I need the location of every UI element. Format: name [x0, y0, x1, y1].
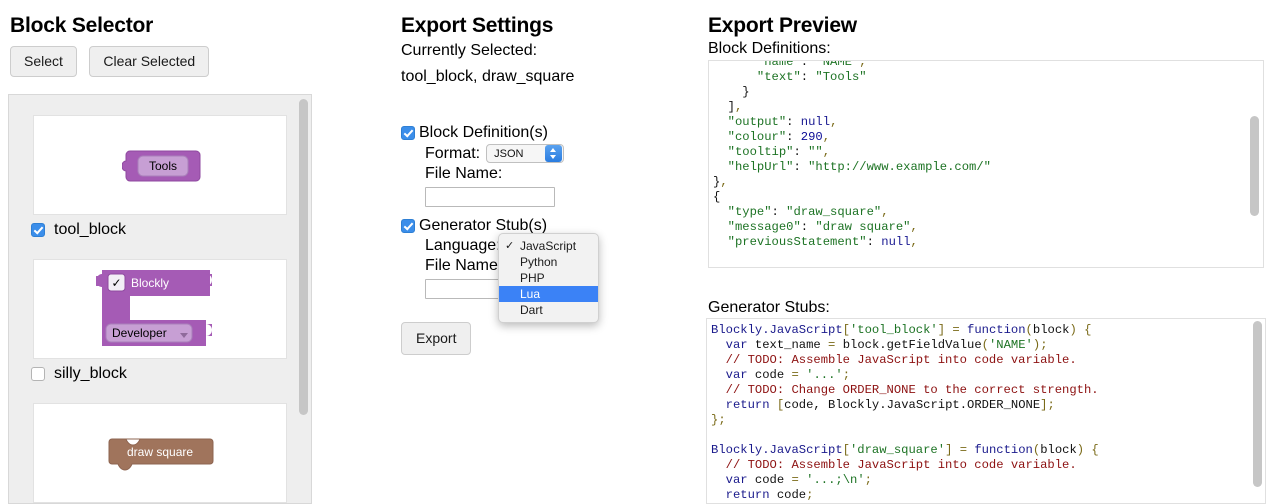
list-item[interactable]: Tools tool_block [9, 115, 311, 239]
list-item[interactable]: draw square [9, 403, 311, 503]
code-line: // TODO: Change ORDER_NONE to the correc… [711, 383, 1099, 398]
currently-selected-value: tool_block, draw_square [401, 68, 574, 86]
language-option-label: JavaScript [520, 239, 576, 253]
code-line: Blockly.JavaScript['draw_square'] = func… [711, 443, 1099, 458]
block-definitions-preview-label: Block Definitions: [708, 40, 831, 58]
definitions-file-name-label: File Name: [425, 165, 502, 183]
language-label: Language: [425, 237, 501, 255]
language-option-dart[interactable]: Dart [499, 302, 598, 318]
code-line: "message0": "draw square", [713, 220, 991, 235]
format-select-value: JSON [494, 148, 542, 160]
language-option-python[interactable]: Python [499, 254, 598, 270]
language-dropdown-menu[interactable]: ✓ JavaScript Python PHP Lua Dart [498, 233, 599, 323]
code-line: "colour": 290, [713, 130, 991, 145]
code-line: "name": "NAME", [713, 60, 991, 70]
format-select[interactable]: JSON [486, 144, 564, 163]
code-line: "type": "draw_square", [713, 205, 991, 220]
language-option-label: Lua [520, 287, 540, 301]
code-line: }, [713, 175, 991, 190]
block-definitions-code-text: "name": "NAME", "text": "Tools" } ], "ou… [713, 60, 991, 250]
code-line: "output": null, [713, 115, 991, 130]
code-line: var code = '...;\n'; [711, 473, 1099, 488]
block-selector-panel: Block Selector Select Clear Selected Too… [0, 0, 320, 504]
generator-stubs-code-area[interactable]: Blockly.JavaScript['tool_block'] = funct… [706, 318, 1266, 504]
blockly-block-label: Blockly [131, 276, 169, 290]
page-title: Block Selector [10, 14, 153, 38]
generator-stubs-code-text: Blockly.JavaScript['tool_block'] = funct… [711, 323, 1099, 503]
silly-block-checkbox[interactable] [31, 367, 45, 381]
blockly-developer-block-graphic: ✓ Blockly Developer [96, 268, 221, 352]
clear-selected-button[interactable]: Clear Selected [89, 46, 209, 77]
tools-block-label: Tools [149, 159, 177, 173]
block-list[interactable]: Tools tool_block [8, 94, 312, 504]
selector-button-row: Select Clear Selected [10, 46, 217, 77]
definitions-file-name-input-row [425, 187, 564, 207]
code-line: }; [711, 413, 1099, 428]
block-checkbox-row-tool-block[interactable]: tool_block [9, 215, 311, 239]
code-line: { [713, 190, 991, 205]
block-preview-canvas: Tools [33, 115, 287, 215]
export-preview-title: Export Preview [708, 14, 857, 38]
format-row: Format: JSON [425, 144, 564, 163]
generator-stubs-code-scrollbar[interactable] [1253, 321, 1262, 487]
block-definitions-group: Block Definition(s) Format: JSON File Na… [401, 124, 564, 207]
export-button-wrap: Export [401, 322, 479, 355]
generator-stubs-preview-label: Generator Stubs: [708, 299, 830, 317]
generator-stubs-checkbox[interactable] [401, 219, 415, 233]
export-settings-title: Export Settings [401, 14, 553, 38]
block-definitions-code-area[interactable]: "name": "NAME", "text": "Tools" } ], "ou… [708, 60, 1264, 268]
code-line: "text": "Tools" [713, 70, 991, 85]
export-button[interactable]: Export [401, 322, 471, 355]
currently-selected-label: Currently Selected: [401, 42, 537, 60]
code-line: var code = '...'; [711, 368, 1099, 383]
block-definitions-header[interactable]: Block Definition(s) [401, 124, 564, 142]
blockly-factory-export-page: Block Selector Select Clear Selected Too… [0, 0, 1280, 504]
block-preview-canvas: ✓ Blockly Developer [33, 259, 287, 359]
definitions-file-name-row: File Name: [425, 165, 564, 183]
block-definitions-checkbox[interactable] [401, 126, 415, 140]
tool-block-checkbox[interactable] [31, 223, 45, 237]
blockly-block-checkbox-glyph: ✓ [111, 276, 121, 290]
block-preview-canvas: draw square [33, 403, 287, 503]
code-line: return code; [711, 488, 1099, 503]
code-line: // TODO: Assemble JavaScript into code v… [711, 458, 1099, 473]
code-line: var text_name = block.getFieldValue('NAM… [711, 338, 1099, 353]
block-checkbox-row-silly-block[interactable]: silly_block [9, 359, 311, 383]
select-button[interactable]: Select [10, 46, 77, 77]
language-option-php[interactable]: PHP [499, 270, 598, 286]
stubs-file-name-label: File Name: [425, 257, 502, 275]
definitions-file-name-input[interactable] [425, 187, 555, 207]
tool-block-label: tool_block [54, 221, 126, 239]
block-definitions-code-scrollbar[interactable] [1250, 116, 1259, 216]
language-option-lua[interactable]: Lua [499, 286, 598, 302]
block-list-scrollbar[interactable] [299, 99, 308, 415]
silly-block-label: silly_block [54, 365, 127, 383]
code-line: ], [713, 100, 991, 115]
format-label: Format: [425, 145, 480, 163]
format-select-stepper-icon[interactable] [545, 145, 562, 162]
code-line: return [code, Blockly.JavaScript.ORDER_N… [711, 398, 1099, 413]
language-option-label: Python [520, 255, 557, 269]
language-option-javascript[interactable]: ✓ JavaScript [499, 238, 598, 254]
code-line: Blockly.JavaScript['tool_block'] = funct… [711, 323, 1099, 338]
language-option-label: PHP [520, 271, 545, 285]
draw-square-block-label: draw square [127, 445, 193, 459]
check-icon: ✓ [505, 238, 514, 254]
code-line: } [713, 85, 991, 100]
code-line: "tooltip": "", [713, 145, 991, 160]
code-line: // TODO: Assemble JavaScript into code v… [711, 353, 1099, 368]
block-definitions-label: Block Definition(s) [419, 124, 548, 142]
language-option-label: Dart [520, 303, 543, 317]
developer-field-label: Developer [112, 326, 167, 340]
code-line [711, 428, 1099, 443]
list-item[interactable]: ✓ Blockly Developer silly_block [9, 259, 311, 383]
code-line: "helpUrl": "http://www.example.com/" [713, 160, 991, 175]
code-line: "previousStatement": null, [713, 235, 991, 250]
draw-square-block-graphic: draw square [108, 437, 218, 471]
tools-block-graphic: Tools [122, 149, 206, 183]
